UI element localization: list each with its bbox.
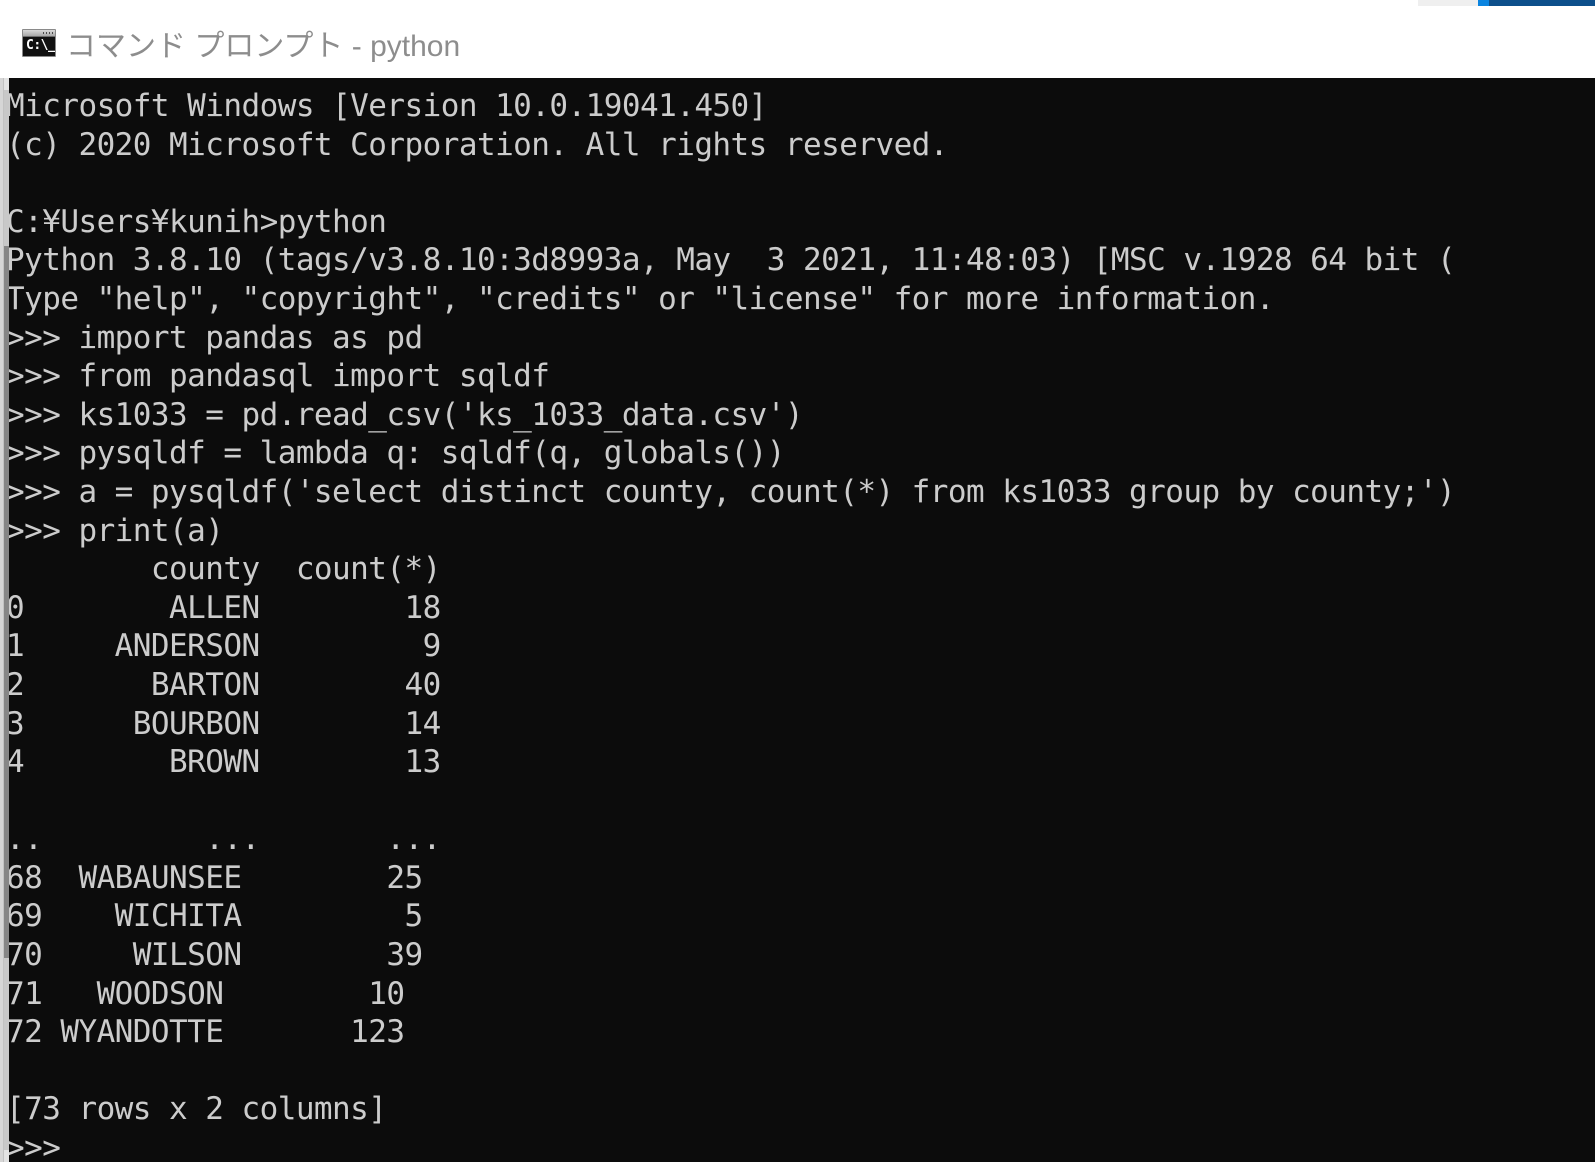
terminal-line: 2 BARTON 40 bbox=[6, 666, 441, 703]
screen: C:\_ コマンド プロンプト - python Microsoft Windo… bbox=[0, 0, 1595, 1162]
window-title: コマンド プロンプト - python bbox=[66, 29, 461, 63]
terminal-line: 71 WOODSON 10 bbox=[6, 975, 405, 1012]
terminal-line: 4 BROWN 13 bbox=[6, 744, 441, 781]
terminal-line: 0 ALLEN 18 bbox=[6, 589, 441, 626]
terminal-line: >>> ks1033 = pd.read_csv('ks_1033_data.c… bbox=[6, 396, 804, 433]
scrollbar-down-arrow[interactable] bbox=[4, 1150, 9, 1162]
terminal-line: >>> import pandas as pd bbox=[6, 319, 423, 356]
terminal-line: .. ... ... bbox=[6, 821, 441, 858]
terminal-output-area[interactable]: Microsoft Windows [Version 10.0.19041.45… bbox=[4, 78, 1595, 1162]
terminal-line: C:¥Users¥kunih>python bbox=[6, 203, 387, 240]
vertical-scrollbar[interactable] bbox=[4, 78, 9, 1162]
background-window-titlebar bbox=[1489, 0, 1595, 6]
background-window-strip bbox=[0, 0, 1595, 7]
terminal-text: Microsoft Windows [Version 10.0.19041.45… bbox=[6, 87, 1595, 1162]
scrollbar-thumb[interactable] bbox=[4, 246, 9, 958]
terminal-line: county count(*) bbox=[6, 551, 441, 588]
terminal-line: (c) 2020 Microsoft Corporation. All righ… bbox=[6, 126, 948, 163]
terminal-line: 70 WILSON 39 bbox=[6, 937, 423, 974]
terminal-line: [73 rows x 2 columns] bbox=[6, 1091, 387, 1128]
background-window-accent bbox=[1478, 0, 1489, 6]
terminal-line: Type "help", "copyright", "credits" or "… bbox=[6, 280, 1275, 317]
command-prompt-window: C:\_ コマンド プロンプト - python Microsoft Windo… bbox=[0, 7, 1595, 1162]
terminal-line: >>> print(a) bbox=[6, 512, 224, 549]
window-titlebar[interactable]: C:\_ コマンド プロンプト - python bbox=[0, 7, 1595, 78]
scrollbar-up-arrow[interactable] bbox=[4, 78, 9, 90]
terminal-line: >>> a = pysqldf('select distinct county,… bbox=[6, 473, 1456, 510]
terminal-line: 68 WABAUNSEE 25 bbox=[6, 859, 423, 896]
background-window-toolbar bbox=[1418, 0, 1478, 6]
terminal-line: 1 ANDERSON 9 bbox=[6, 628, 441, 665]
icon-prompt-glyph: C:\_ bbox=[26, 37, 56, 53]
terminal-line: >>> pysqldf = lambda q: sqldf(q, globals… bbox=[6, 435, 785, 472]
terminal-line: >>> from pandasql import sqldf bbox=[6, 358, 550, 395]
terminal-line: >>> bbox=[6, 1130, 61, 1162]
icon-titlebar-glyph bbox=[23, 29, 55, 37]
terminal-line: 72 WYANDOTTE 123 bbox=[6, 1014, 405, 1051]
command-prompt-icon: C:\_ bbox=[22, 28, 56, 57]
terminal-line: 3 BOURBON 14 bbox=[6, 705, 441, 742]
terminal-line: 69 WICHITA 5 bbox=[6, 898, 423, 935]
terminal-line: Microsoft Windows [Version 10.0.19041.45… bbox=[6, 88, 767, 124]
terminal-line: Python 3.8.10 (tags/v3.8.10:3d8993a, May… bbox=[6, 242, 1456, 279]
